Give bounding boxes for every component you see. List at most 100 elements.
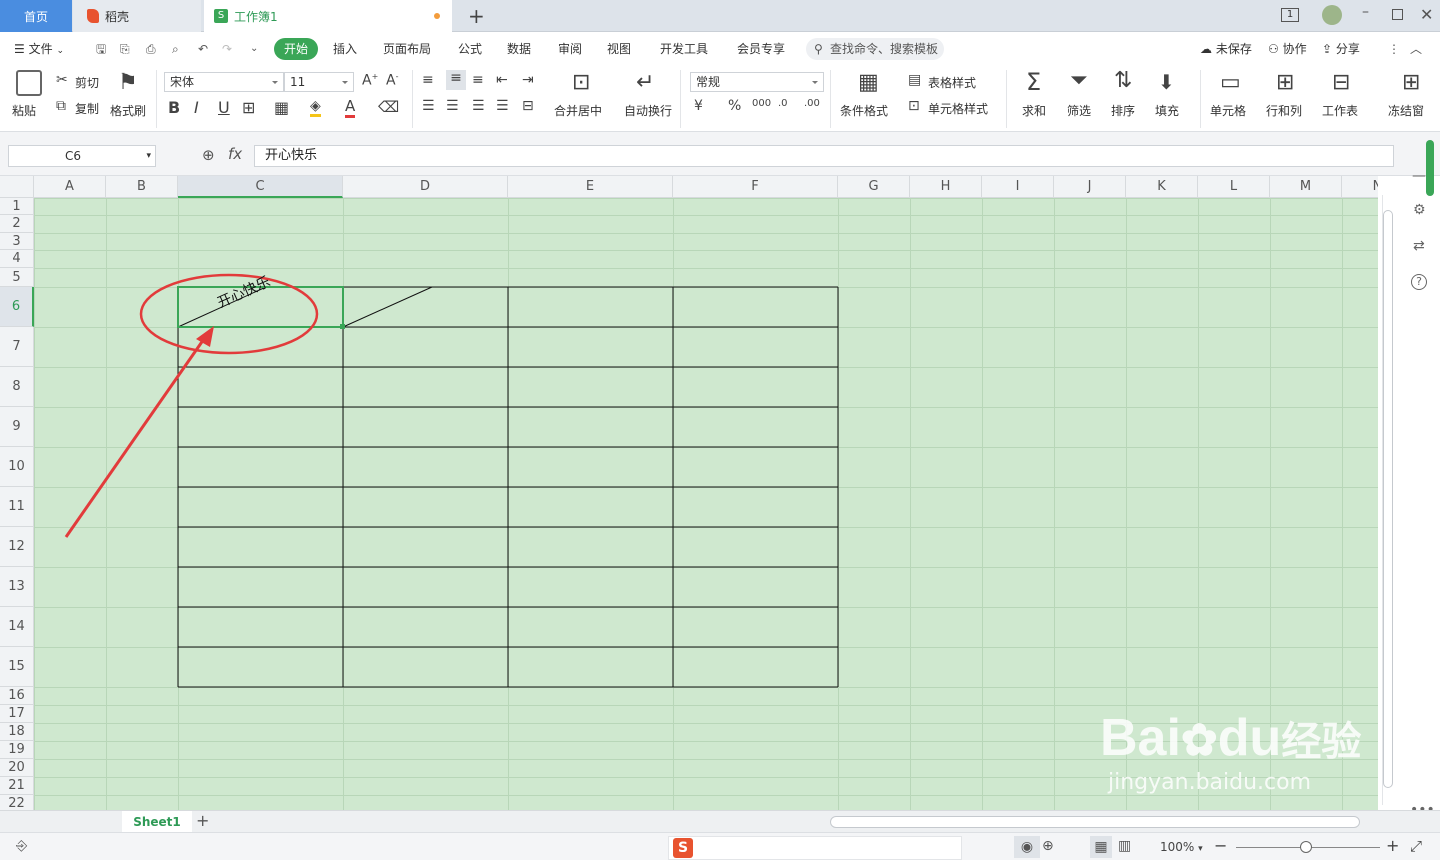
tab-view[interactable]: 视图: [607, 32, 631, 66]
zoom-in-button[interactable]: +: [1386, 836, 1399, 855]
normal-view-icon[interactable]: ▦: [1090, 836, 1112, 858]
new-tab-button[interactable]: +: [468, 4, 485, 28]
export-icon[interactable]: ⎘: [120, 32, 130, 66]
filter-icon[interactable]: ⏷: [1070, 68, 1088, 93]
tab-page-layout[interactable]: 页面布局: [383, 32, 431, 66]
close-icon[interactable]: ✕: [1420, 5, 1433, 24]
table-style-icon[interactable]: ▤: [908, 72, 921, 88]
sheet-tab-sheet1[interactable]: Sheet1: [122, 811, 192, 833]
name-box[interactable]: C6 ▾: [8, 145, 156, 167]
border-icon[interactable]: ⊞: [242, 98, 255, 117]
fill-color-icon[interactable]: ◈: [310, 98, 321, 117]
collab-button[interactable]: ⚇ 协作: [1268, 32, 1307, 66]
decrease-decimal-icon[interactable]: .00: [804, 98, 820, 109]
align-middle-icon[interactable]: ≡: [446, 70, 466, 90]
brush-icon[interactable]: ⚑: [118, 70, 138, 95]
tab-data[interactable]: 数据: [507, 32, 531, 66]
freeze-button[interactable]: 冻结窗: [1388, 102, 1424, 119]
decrease-font-icon[interactable]: A-: [386, 72, 398, 89]
indent-icon[interactable]: ⇥: [522, 72, 534, 88]
cell-icon[interactable]: ▭: [1220, 70, 1241, 95]
side-collapse-icon[interactable]: —: [1412, 168, 1426, 184]
tab-developer[interactable]: 开发工具: [660, 32, 708, 66]
vertical-scroll-thumb[interactable]: [1383, 210, 1393, 788]
print-preview-icon[interactable]: ⌕: [172, 32, 179, 66]
tab-workbook[interactable]: S 工作簿1: [204, 0, 452, 32]
conditional-format-button[interactable]: 条件格式: [840, 102, 888, 119]
thousands-icon[interactable]: 000: [752, 98, 771, 109]
tab-formulas[interactable]: 公式: [458, 32, 482, 66]
view-mode-icon[interactable]: ⊕: [1042, 838, 1054, 854]
cell-style-icon[interactable]: ⊡: [908, 98, 920, 114]
worksheet-button[interactable]: 工作表: [1322, 102, 1358, 119]
wrap-text-button[interactable]: 自动换行: [624, 102, 672, 119]
macro-record-icon[interactable]: ⎆: [16, 838, 27, 854]
zoom-slider-thumb[interactable]: [1300, 841, 1312, 853]
sort-button[interactable]: 排序: [1111, 102, 1135, 119]
tab-home[interactable]: 首页: [0, 0, 72, 32]
zoom-out-button[interactable]: −: [1214, 836, 1227, 855]
tab-daoke[interactable]: 稻壳: [73, 0, 201, 32]
window-count-badge[interactable]: 1: [1281, 8, 1299, 22]
italic-icon[interactable]: I: [194, 98, 199, 117]
font-color-icon[interactable]: A: [345, 97, 356, 118]
font-size-select[interactable]: 11: [284, 72, 354, 92]
file-menu[interactable]: ☰ 文件 ⌄: [14, 32, 64, 66]
border-style-icon[interactable]: ▦: [274, 98, 289, 117]
number-format-select[interactable]: 常规: [690, 72, 824, 92]
collapse-ribbon-icon[interactable]: ︿: [1410, 32, 1422, 66]
align-left-icon[interactable]: ☰: [422, 98, 435, 114]
ime-toolbar[interactable]: S: [668, 836, 962, 860]
side-scroll-indicator[interactable]: [1426, 140, 1434, 196]
freeze-icon[interactable]: ⊞: [1402, 70, 1420, 95]
sum-icon[interactable]: Σ: [1026, 68, 1041, 96]
distribute-icon[interactable]: ⊟: [522, 98, 534, 114]
align-right-icon[interactable]: ☰: [472, 98, 485, 114]
percent-icon[interactable]: %: [728, 98, 741, 114]
table-style-button[interactable]: 表格样式: [928, 74, 976, 91]
clear-format-icon[interactable]: ⌫: [378, 98, 399, 116]
merge-center-icon[interactable]: ⊡: [572, 70, 590, 95]
search-input[interactable]: ⚲ 查找命令、搜索模板: [806, 38, 944, 60]
tab-insert[interactable]: 插入: [333, 32, 357, 66]
fx-icon[interactable]: fx: [228, 145, 242, 163]
formula-input[interactable]: 开心快乐: [254, 145, 1394, 167]
align-center-icon[interactable]: ☰: [446, 98, 459, 114]
filter-button[interactable]: 筛选: [1067, 102, 1091, 119]
tab-member[interactable]: 会员专享: [737, 32, 785, 66]
print-icon[interactable]: ⎙: [146, 32, 156, 66]
fill-button[interactable]: 填充: [1155, 102, 1179, 119]
row-col-button[interactable]: 行和列: [1266, 102, 1302, 119]
conditional-format-icon[interactable]: ▦: [858, 70, 879, 95]
fill-icon[interactable]: ⬇: [1158, 70, 1175, 94]
increase-font-icon[interactable]: A+: [362, 72, 378, 89]
outdent-icon[interactable]: ⇤: [496, 72, 508, 88]
minimize-icon[interactable]: –: [1362, 4, 1369, 20]
tab-start[interactable]: 开始: [274, 38, 319, 60]
add-sheet-button[interactable]: +: [196, 811, 209, 830]
currency-icon[interactable]: ¥: [694, 98, 703, 114]
cell-button[interactable]: 单元格: [1210, 102, 1246, 119]
tab-review[interactable]: 审阅: [558, 32, 582, 66]
paste-button[interactable]: 粘贴: [12, 102, 36, 119]
worksheet-icon[interactable]: ⊟: [1332, 70, 1350, 95]
page-view-icon[interactable]: ▥: [1118, 838, 1131, 854]
undo-icon[interactable]: ↶: [198, 32, 208, 66]
quick-access-dropdown-icon[interactable]: ⌄: [250, 32, 258, 66]
font-family-select[interactable]: 宋体: [164, 72, 284, 92]
unsaved-status[interactable]: ☁ 未保存: [1200, 32, 1252, 66]
align-top-icon[interactable]: ≡: [422, 72, 434, 88]
increase-decimal-icon[interactable]: .0: [778, 98, 788, 109]
convert-icon[interactable]: ⇄: [1413, 238, 1425, 254]
paste-icon[interactable]: [16, 70, 42, 96]
underline-icon[interactable]: U: [218, 98, 230, 117]
merge-center-button[interactable]: 合并居中: [554, 102, 602, 119]
format-painter-button[interactable]: 格式刷: [110, 102, 146, 119]
scissors-icon[interactable]: ✂: [56, 72, 68, 88]
more-icon[interactable]: ⋮: [1388, 32, 1400, 66]
fullscreen-icon[interactable]: ⤢: [1410, 837, 1422, 855]
share-button[interactable]: ⇪ 分享: [1322, 32, 1360, 66]
eye-protection-icon[interactable]: ◉: [1014, 836, 1040, 858]
redo-icon[interactable]: ↷: [222, 32, 232, 66]
settings-sliders-icon[interactable]: ⚙: [1413, 202, 1426, 218]
